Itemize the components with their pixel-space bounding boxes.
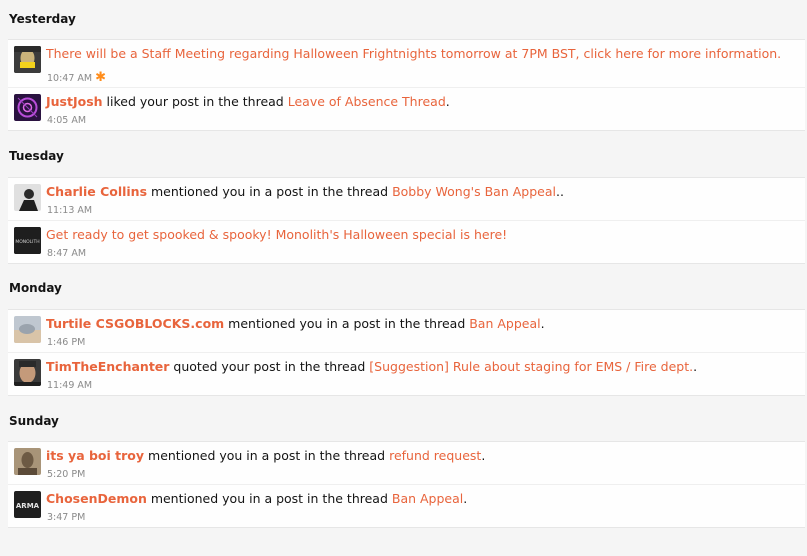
new-star-icon: ✱	[95, 70, 106, 85]
notification-time: 4:05 AM	[47, 115, 87, 126]
notification-time: 11:13 AM	[47, 205, 93, 216]
notification-group-yesterday: There will be a Staff Meeting regarding …	[8, 39, 805, 131]
user-link[interactable]: TimTheEnchanter	[46, 359, 169, 374]
thread-link[interactable]: Leave of Absence Thread	[288, 94, 446, 109]
notification-end: .	[540, 316, 545, 331]
notification-text: liked your post in the thread	[102, 94, 288, 109]
notification-end: .	[481, 448, 486, 463]
section-title-yesterday: Yesterday	[9, 12, 76, 26]
avatar[interactable]	[14, 184, 41, 211]
notification-time: 11:49 AM	[47, 380, 93, 391]
avatar[interactable]	[14, 448, 41, 475]
notification-time: 1:46 PM	[47, 337, 86, 348]
notification-item[interactable]: Turtile CSGOBLOCKS.com mentioned you in …	[8, 310, 805, 353]
user-link[interactable]: ChosenDemon	[46, 491, 147, 506]
notification-end: .	[693, 359, 698, 374]
user-link[interactable]: its ya boi troy	[46, 448, 144, 463]
notification-text: mentioned you in a post in the thread	[146, 491, 392, 506]
notification-group-monday: Turtile CSGOBLOCKS.com mentioned you in …	[8, 309, 805, 396]
notification-time: 3:47 PM	[47, 512, 86, 523]
notification-item[interactable]: MONOLITH Get ready to get spooked & spoo…	[8, 221, 805, 263]
avatar[interactable]: MONOLITH	[14, 227, 41, 254]
notification-time: 8:47 AM	[47, 248, 87, 259]
avatar[interactable]	[14, 316, 41, 343]
avatar[interactable]: ARMA	[14, 491, 41, 518]
avatar-logo-text: MONOLITH	[15, 239, 39, 245]
notification-group-tuesday: Charlie Collins mentioned you in a post …	[8, 177, 805, 264]
section-title-sunday: Sunday	[9, 414, 59, 428]
notification-time: 10:47 AM	[47, 73, 93, 84]
thread-link[interactable]: Ban Appeal	[392, 491, 463, 506]
thread-link[interactable]: Ban Appeal	[469, 316, 540, 331]
notification-end: .	[463, 491, 468, 506]
notification-text: mentioned you in a post in the thread	[224, 316, 470, 331]
notification-time: 5:20 PM	[47, 469, 86, 480]
notification-item[interactable]: JustJosh liked your post in the thread L…	[8, 88, 805, 130]
notification-end: ..	[555, 184, 564, 199]
notification-text: mentioned you in a post in the thread	[144, 448, 390, 463]
notification-link[interactable]: There will be a Staff Meeting regarding …	[46, 46, 781, 61]
notification-end: .	[445, 94, 450, 109]
thread-link[interactable]: Bobby Wong's Ban Appeal	[392, 184, 556, 199]
user-link[interactable]: Turtile CSGOBLOCKS.com	[46, 316, 224, 331]
notification-text: mentioned you in a post in the thread	[147, 184, 393, 199]
avatar-logo-text: ARMA	[16, 502, 40, 510]
notification-item[interactable]: There will be a Staff Meeting regarding …	[8, 40, 805, 88]
notification-item[interactable]: ARMA ChosenDemon mentioned you in a post…	[8, 485, 805, 527]
avatar[interactable]	[14, 359, 41, 386]
section-title-tuesday: Tuesday	[9, 149, 64, 163]
notification-item[interactable]: TimTheEnchanter quoted your post in the …	[8, 353, 805, 395]
notification-group-sunday: its ya boi troy mentioned you in a post …	[8, 441, 805, 528]
avatar[interactable]	[14, 94, 41, 121]
thread-link[interactable]: refund request	[389, 448, 481, 463]
notification-item[interactable]: its ya boi troy mentioned you in a post …	[8, 442, 805, 485]
user-link[interactable]: JustJosh	[46, 94, 103, 109]
thread-link[interactable]: [Suggestion] Rule about staging for EMS …	[369, 359, 693, 374]
notification-item[interactable]: Charlie Collins mentioned you in a post …	[8, 178, 805, 221]
notification-link[interactable]: Get ready to get spooked & spooky! Monol…	[46, 227, 507, 242]
section-title-monday: Monday	[9, 281, 62, 295]
avatar[interactable]	[14, 46, 41, 73]
notification-text: quoted your post in the thread	[169, 359, 370, 374]
user-link[interactable]: Charlie Collins	[46, 184, 147, 199]
